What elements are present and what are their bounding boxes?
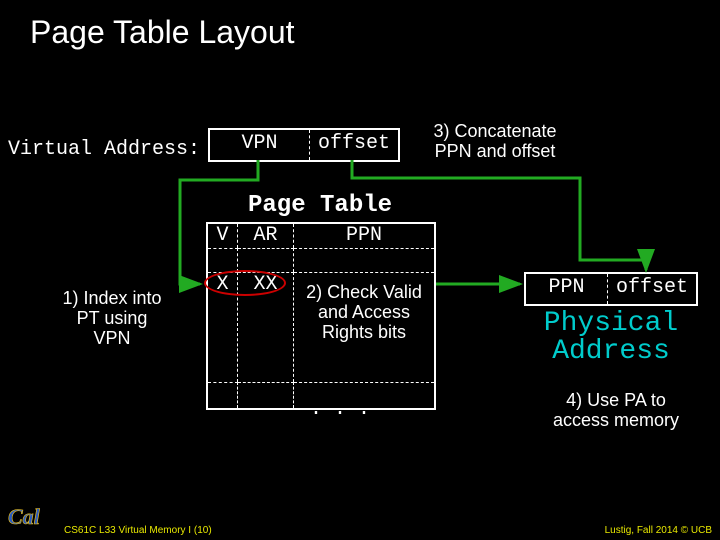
step-3-text: 3) Concatenate PPN and offset — [420, 122, 570, 162]
step-1-text: 1) Index into PT using VPN — [62, 288, 162, 348]
highlight-oval — [204, 270, 286, 296]
cal-logo: Cal — [4, 498, 60, 534]
step-2-text: 2) Check Valid and Access Rights bits — [296, 282, 432, 342]
step-4-text: 4) Use PA to access memory — [546, 390, 686, 430]
page-table-title: Page Table — [248, 192, 392, 219]
virtual-address-box: VPN offset — [208, 128, 400, 162]
page-title: Page Table Layout — [30, 14, 295, 51]
physical-address-box: PPN offset — [524, 272, 698, 306]
pa-ppn-field: PPN — [526, 274, 608, 304]
table-row — [208, 248, 434, 272]
ellipsis: . . . — [310, 398, 370, 421]
pt-header-ppn: PPN — [294, 224, 434, 248]
va-vpn-field: VPN — [210, 130, 310, 160]
physical-address-label: Physical Address — [516, 310, 706, 366]
va-offset-field: offset — [310, 130, 398, 160]
pa-offset-field: offset — [608, 274, 696, 304]
page-table-header-row: V AR PPN — [208, 224, 434, 248]
pt-header-ar: AR — [238, 224, 294, 248]
pt-header-v: V — [208, 224, 238, 248]
svg-text:Cal: Cal — [8, 504, 41, 529]
footer-right: Lustig, Fall 2014 © UCB — [605, 525, 712, 536]
footer-left: CS61C L33 Virtual Memory I (10) — [64, 525, 212, 536]
virtual-address-label: Virtual Address: — [8, 138, 200, 161]
